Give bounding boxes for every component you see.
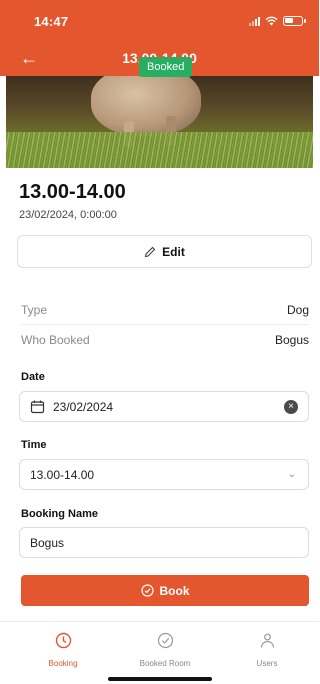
calendar-icon <box>30 400 45 414</box>
check-circle-icon <box>140 584 154 597</box>
clock-icon <box>55 632 71 649</box>
tab-users[interactable]: Users <box>227 632 307 671</box>
info-row-who-booked: Who Booked Bogus <box>21 325 309 354</box>
status-icons <box>249 16 306 26</box>
booking-datetime: 23/02/2024, 0:00:00 <box>19 209 117 221</box>
user-icon <box>260 633 274 648</box>
tab-label: Booked Room <box>139 659 191 668</box>
booking-name-input[interactable]: Bogus <box>19 527 309 558</box>
tab-bar-divider <box>0 621 319 622</box>
edit-button[interactable]: Edit <box>17 235 312 268</box>
status-time: 14:47 <box>34 14 69 29</box>
info-key: Who Booked <box>21 332 90 347</box>
status-badge: Booked <box>139 57 193 77</box>
date-value: 23/02/2024 <box>53 399 114 414</box>
tab-label: Users <box>256 659 278 668</box>
tab-label: Booking <box>48 659 78 668</box>
battery-icon <box>283 16 306 26</box>
tab-booked-room[interactable]: Booked Room <box>125 632 205 671</box>
book-button[interactable]: Book <box>21 575 309 606</box>
info-row-type: Type Dog <box>21 295 309 324</box>
pencil-icon <box>145 246 156 257</box>
time-value: 13.00-14.00 <box>30 467 95 482</box>
info-value: Dog <box>286 302 309 317</box>
status-bar: 14:47 <box>0 0 319 44</box>
check-circle-icon <box>157 632 173 649</box>
time-select[interactable]: 13.00-14.00 ⌄ <box>19 459 309 490</box>
chevron-down-icon: ⌄ <box>287 469 296 480</box>
date-field[interactable]: 23/02/2024 × <box>19 391 309 422</box>
page-title: 13.00-14.00 <box>19 181 126 203</box>
edit-button-label: Edit <box>162 244 185 259</box>
time-label: Time <box>21 439 47 451</box>
wifi-icon <box>265 16 278 26</box>
book-button-label: Book <box>159 583 190 598</box>
hero-image <box>6 76 313 168</box>
date-label: Date <box>21 371 45 383</box>
booking-name-value: Bogus <box>30 535 65 550</box>
info-value: Bogus <box>274 332 309 347</box>
booking-name-label: Booking Name <box>21 508 99 520</box>
signal-icon <box>249 16 260 26</box>
home-indicator <box>108 677 212 681</box>
info-key: Type <box>21 302 48 317</box>
clear-icon[interactable]: × <box>284 400 298 414</box>
tab-booking[interactable]: Booking <box>23 632 103 671</box>
